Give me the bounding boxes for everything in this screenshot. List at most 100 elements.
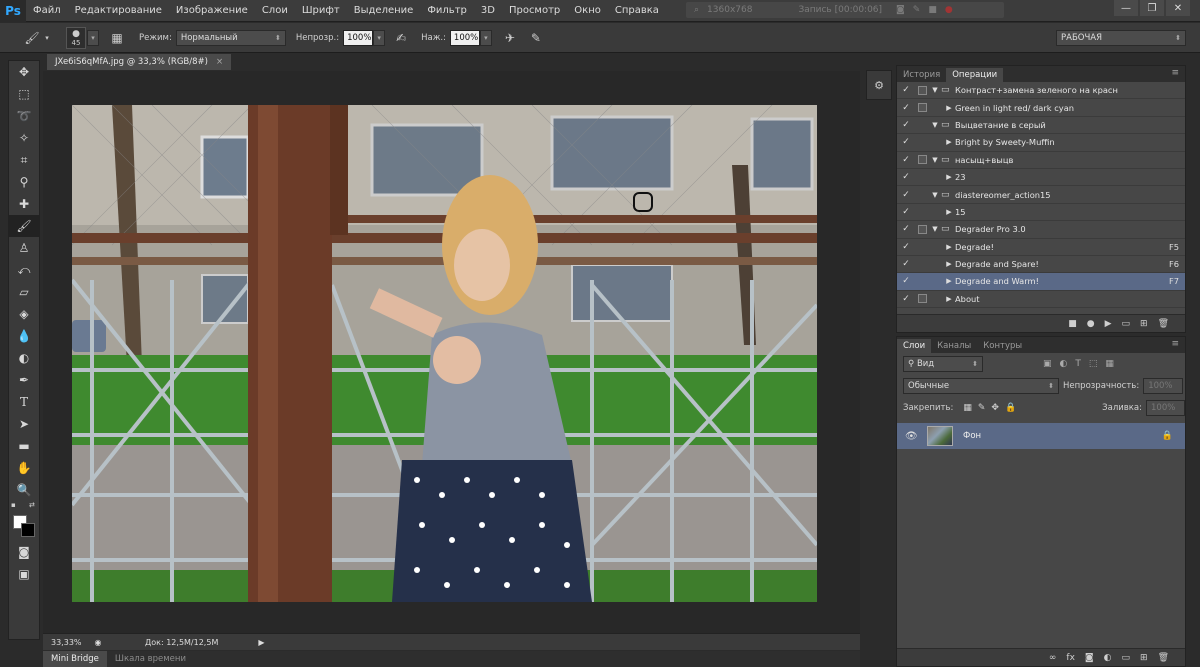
- menu-item[interactable]: Файл: [26, 0, 68, 22]
- chevron-down-icon[interactable]: ▾: [42, 28, 52, 48]
- adjustment-filter-icon[interactable]: ◐: [1060, 359, 1068, 369]
- action-row[interactable]: ✓ ▶ Green in light red/ dark cyan: [897, 99, 1185, 117]
- expand-down-icon[interactable]: ▼: [929, 86, 941, 94]
- screen-mode-icon[interactable]: ▣: [9, 563, 39, 585]
- checkmark-icon[interactable]: ✓: [897, 85, 915, 95]
- dialog-toggle[interactable]: [915, 119, 929, 130]
- close-button[interactable]: ✕: [1166, 0, 1190, 16]
- checkmark-icon[interactable]: ✓: [897, 155, 915, 165]
- checkmark-icon[interactable]: ✓: [897, 207, 915, 217]
- crop-tool-icon[interactable]: ⌗: [9, 149, 39, 171]
- pixel-filter-icon[interactable]: ▣: [1043, 359, 1052, 369]
- expand-down-icon[interactable]: ▼: [929, 156, 941, 164]
- pressure-dropdown[interactable]: ▾: [479, 29, 492, 46]
- dialog-toggle[interactable]: [915, 85, 929, 96]
- document-image[interactable]: [72, 105, 817, 602]
- menu-item[interactable]: Шрифт: [295, 0, 347, 22]
- expand-right-icon[interactable]: ▶: [943, 243, 955, 251]
- expand-down-icon[interactable]: ▼: [929, 225, 941, 233]
- stop-icon[interactable]: ■: [1068, 319, 1077, 329]
- action-set-row[interactable]: ✓ ▼ ▭ Выцветание в серый: [897, 117, 1185, 135]
- action-row[interactable]: ✓ ▶ 15: [897, 204, 1185, 222]
- expand-down-icon[interactable]: ▼: [929, 121, 941, 129]
- action-set-row[interactable]: ✓ ▼ ▭ Контраст+замена зеленого на красн: [897, 82, 1185, 100]
- expand-right-icon[interactable]: ▶: [943, 208, 955, 216]
- dialog-toggle[interactable]: [915, 172, 929, 183]
- zoom-level[interactable]: 33,33%: [51, 638, 91, 647]
- dialog-toggle[interactable]: [915, 102, 929, 113]
- new-set-icon[interactable]: ▭: [1122, 319, 1131, 329]
- menu-item[interactable]: Окно: [567, 0, 608, 22]
- paint-bucket-tool-icon[interactable]: ◈: [9, 303, 39, 325]
- eyedropper-tool-icon[interactable]: ⚲: [9, 171, 39, 193]
- action-set-row[interactable]: ✓ ▼ ▭ насыщ+выцв: [897, 152, 1185, 169]
- expand-right-icon[interactable]: ▶: [943, 277, 955, 285]
- eraser-tool-icon[interactable]: ▱: [9, 281, 39, 303]
- new-action-icon[interactable]: ⊞: [1140, 319, 1148, 329]
- checkmark-icon[interactable]: ✓: [897, 190, 915, 200]
- layer-name[interactable]: Фон: [963, 431, 981, 441]
- dialog-toggle[interactable]: [915, 276, 929, 287]
- checkmark-icon[interactable]: ✓: [897, 294, 915, 304]
- dialog-toggle[interactable]: [915, 293, 929, 304]
- tab-history[interactable]: История: [897, 68, 946, 82]
- menu-item[interactable]: Просмотр: [502, 0, 567, 22]
- trash-icon[interactable]: 🗑: [1158, 653, 1169, 663]
- dialog-toggle[interactable]: [915, 206, 929, 217]
- layer-opacity-input[interactable]: 100%: [1143, 378, 1184, 394]
- mode-select[interactable]: Нормальный ⬍: [175, 29, 286, 46]
- lasso-tool-icon[interactable]: ➰: [9, 105, 39, 127]
- layer-row[interactable]: 👁 Фон 🔒: [897, 423, 1185, 449]
- pressure-size-icon[interactable]: ✎: [526, 28, 546, 48]
- pressure-opacity-icon[interactable]: ✍: [391, 28, 411, 48]
- close-icon[interactable]: ×: [216, 57, 223, 67]
- stamp-tool-icon[interactable]: ♙: [9, 237, 39, 259]
- lock-transparency-icon[interactable]: ▦: [963, 403, 972, 413]
- move-tool-icon[interactable]: ✥: [9, 61, 39, 83]
- menu-item[interactable]: Редактирование: [68, 0, 169, 22]
- checkmark-icon[interactable]: ✓: [897, 242, 915, 252]
- hand-tool-icon[interactable]: ✋: [9, 457, 39, 479]
- menu-item[interactable]: Фильтр: [420, 0, 474, 22]
- dialog-toggle[interactable]: [915, 137, 929, 148]
- action-row[interactable]: ✓ ▶ Degrade and Warm! F7: [897, 273, 1185, 291]
- marquee-tool-icon[interactable]: ⬚: [9, 83, 39, 105]
- history-brush-tool-icon[interactable]: ⤺: [9, 259, 39, 281]
- blur-tool-icon[interactable]: 💧: [9, 325, 39, 347]
- mask-icon[interactable]: ◙: [1085, 653, 1094, 663]
- expand-right-icon[interactable]: ▶: [943, 104, 955, 112]
- airbrush-icon[interactable]: ✈: [500, 28, 520, 48]
- status-menu-arrow[interactable]: ▶: [258, 638, 264, 647]
- checkmark-icon[interactable]: ✓: [897, 137, 915, 147]
- lock-all-icon[interactable]: 🔒: [1005, 403, 1016, 413]
- tab-layers[interactable]: Слои: [897, 339, 932, 353]
- brush-tool-icon[interactable]: 🖌: [22, 28, 42, 48]
- menu-item[interactable]: Выделение: [347, 0, 421, 22]
- link-icon[interactable]: ∞: [1049, 653, 1057, 663]
- checkmark-icon[interactable]: ✓: [897, 103, 915, 113]
- group-icon[interactable]: ▭: [1122, 653, 1131, 663]
- rectangle-tool-icon[interactable]: ▬: [9, 435, 39, 457]
- document-tab[interactable]: JXe6iS6qMfA.jpg @ 33,3% (RGB/8#) ×: [47, 54, 232, 70]
- blend-mode-select[interactable]: Обычные ⬍: [903, 378, 1059, 394]
- eye-icon[interactable]: 👁: [905, 431, 918, 442]
- trash-icon[interactable]: 🗑: [1158, 319, 1169, 329]
- type-filter-icon[interactable]: T: [1075, 359, 1081, 369]
- expand-right-icon[interactable]: ▶: [943, 295, 955, 303]
- brush-tool-icon[interactable]: 🖌: [9, 215, 39, 237]
- checkmark-icon[interactable]: ✓: [897, 259, 915, 269]
- action-row[interactable]: ✓ ▶ About: [897, 291, 1185, 309]
- smart-filter-icon[interactable]: ▦: [1105, 359, 1114, 369]
- history-panel-icon[interactable]: ⚙: [866, 70, 892, 100]
- checkmark-icon[interactable]: ✓: [897, 224, 915, 234]
- play-icon[interactable]: ▶: [1105, 319, 1112, 329]
- new-layer-icon[interactable]: ⊞: [1140, 653, 1148, 663]
- action-row[interactable]: ✓ ▶ Degrade and Spare! F6: [897, 256, 1185, 274]
- tab-paths[interactable]: Контуры: [977, 339, 1028, 353]
- fill-input[interactable]: 100%: [1146, 400, 1185, 416]
- action-row[interactable]: ✓ ▶ Bright by Sweety-Muffin: [897, 134, 1185, 152]
- tab-actions[interactable]: Операции: [946, 68, 1004, 82]
- dialog-toggle[interactable]: [915, 154, 929, 165]
- menu-item[interactable]: Справка: [608, 0, 666, 22]
- menu-item[interactable]: 3D: [474, 0, 502, 22]
